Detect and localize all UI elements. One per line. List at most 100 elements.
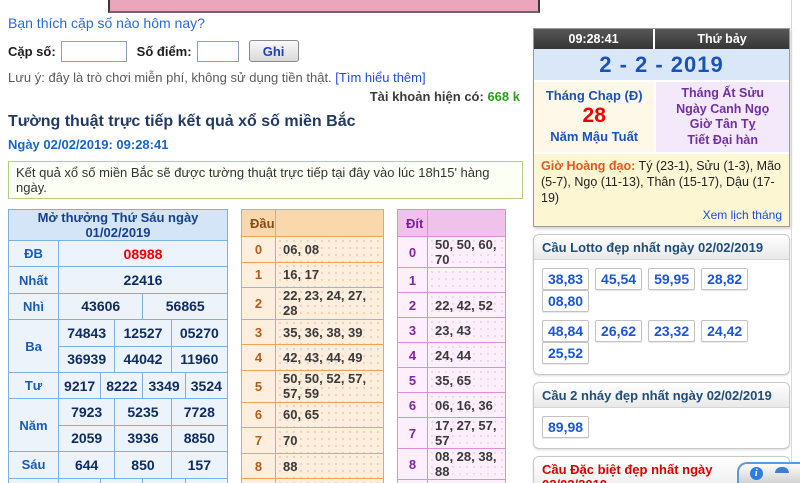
numbers-cell: 42, 43, 44, 49 xyxy=(276,345,384,371)
prize-label: Nhì xyxy=(9,293,59,319)
prize-number: 08 xyxy=(143,478,185,483)
digit-row: 606, 16, 36 xyxy=(398,393,506,418)
numbers-cell: 06, 08 xyxy=(276,237,384,263)
prize-number: 08988 xyxy=(59,241,228,267)
prize-row: Bảy52380857 xyxy=(9,478,228,483)
digit-cell: 9 xyxy=(242,479,276,483)
digit-cell: 8 xyxy=(242,453,276,479)
lotto-pair[interactable]: 89,98 xyxy=(542,416,589,438)
canchi-term: Tiết Đại hàn xyxy=(656,133,789,149)
prize-number: 157 xyxy=(171,452,227,478)
prize-number: 8222 xyxy=(101,372,143,398)
lotto-pair[interactable]: 08,80 xyxy=(542,290,589,312)
digit-cell: 8 xyxy=(398,449,428,480)
prize-number: 850 xyxy=(115,452,171,478)
numbers-cell: 23, 43 xyxy=(428,318,506,343)
digit-cell: 7 xyxy=(242,428,276,454)
prize-number: 52 xyxy=(59,478,101,483)
numbers-cell: 50, 50, 60, 70 xyxy=(428,237,506,268)
prize-label: Sáu xyxy=(9,452,59,478)
calendar-header: 09:28:41 Thứ bảy xyxy=(534,29,789,49)
lunar-month: Tháng Chạp (Đ) xyxy=(534,87,654,104)
account-balance: Tài khoản hiện có: 668 k xyxy=(8,89,520,104)
lotto-pair[interactable]: 59,95 xyxy=(648,268,695,290)
lunar-day: 28 xyxy=(534,104,654,128)
learn-more-link[interactable]: [Tìm hiểu thêm] xyxy=(335,70,425,85)
head-digits-table: Đầu 006, 08116, 17222, 23, 24, 27, 28335… xyxy=(241,209,384,483)
digit-cell: 7 xyxy=(398,418,428,449)
digit-row: 222, 23, 24, 27, 28 xyxy=(242,288,384,320)
lunar-year: Năm Mậu Tuất xyxy=(534,128,654,145)
digit-row: 535, 65 xyxy=(398,368,506,393)
double-section-title: Cầu 2 nháy đẹp nhất ngày 02/02/2019 xyxy=(534,383,789,408)
lotto-pair[interactable]: 25,52 xyxy=(542,342,589,364)
lotto-pair[interactable]: 24,42 xyxy=(701,320,748,342)
digit-row: 323, 43 xyxy=(398,318,506,343)
digit-cell: 4 xyxy=(398,343,428,368)
prize-label: Ba xyxy=(9,320,59,373)
lotto-pair[interactable]: 48,84 xyxy=(542,320,589,342)
numbers-cell: 22, 42, 52 xyxy=(428,293,506,318)
digit-row: 888 xyxy=(242,453,384,479)
numbers-cell: 06, 16, 36 xyxy=(428,393,506,418)
digit-row: 1 xyxy=(398,268,506,293)
canchi-hour: Giờ Tân Tỵ xyxy=(656,117,789,133)
digit-cell: 4 xyxy=(242,345,276,371)
prize-row: Nhất22416 xyxy=(9,267,228,293)
numbers-cell: 16, 17 xyxy=(276,262,384,288)
digit-row: 006, 08 xyxy=(242,237,384,263)
numbers-cell: 08, 28, 38, 88 xyxy=(428,449,506,480)
prize-row: ĐB08988 xyxy=(9,241,228,267)
prize-number: 56865 xyxy=(143,293,228,319)
prize-number: 43606 xyxy=(59,293,143,319)
digit-row: 116, 17 xyxy=(242,262,384,288)
digit-cell: 1 xyxy=(242,262,276,288)
lotto-pair[interactable]: 45,54 xyxy=(595,268,642,290)
prize-number: 5235 xyxy=(115,399,171,425)
points-input[interactable] xyxy=(197,41,239,62)
view-month-link[interactable]: Xem lịch tháng xyxy=(541,207,782,223)
sidebar: 09:28:41 Thứ bảy 2 - 2 - 2019 Tháng Chạp… xyxy=(533,28,790,483)
digit-cell: 2 xyxy=(398,293,428,318)
prize-number: 57 xyxy=(185,478,227,483)
ad-banner[interactable] xyxy=(108,0,540,13)
live-datetime: Ngày 02/02/2019: 09:28:41 xyxy=(8,137,523,152)
digit-row: 939, 49, 59 xyxy=(398,480,506,483)
prize-number: 22416 xyxy=(59,267,228,293)
digit-row: 050, 50, 60, 70 xyxy=(398,237,506,268)
info-icon[interactable]: i xyxy=(750,467,763,480)
prize-label: Năm xyxy=(9,399,59,452)
prize-number: 8850 xyxy=(171,425,227,451)
digit-row: 222, 42, 52 xyxy=(398,293,506,318)
head-table-title-spacer xyxy=(276,210,384,237)
double-section-body: 89,98 xyxy=(534,408,789,448)
numbers-cell: 39, 49, 59 xyxy=(428,480,506,483)
prize-number: 38 xyxy=(101,478,143,483)
digit-row: 442, 43, 44, 49 xyxy=(242,345,384,371)
prize-number: 3936 xyxy=(115,425,171,451)
pair-input[interactable] xyxy=(61,41,127,62)
lotto-pair[interactable]: 28,82 xyxy=(701,268,748,290)
results-table-title: Mở thưởng Thứ Sáu ngày 01/02/2019 xyxy=(9,210,228,241)
points-label: Số điểm: xyxy=(137,44,192,59)
digit-cell: 5 xyxy=(242,370,276,402)
digit-row: 424, 44 xyxy=(398,343,506,368)
digit-row: 9 xyxy=(242,479,384,483)
lotto-pair[interactable]: 38,83 xyxy=(542,268,589,290)
numbers-cell: 22, 23, 24, 27, 28 xyxy=(276,288,384,320)
head-table-title: Đầu xyxy=(242,210,276,237)
prize-row: Tư9217822233493524 xyxy=(9,372,228,398)
lotto-pair[interactable]: 23,32 xyxy=(648,320,695,342)
person-icon[interactable] xyxy=(774,466,789,482)
numbers-cell: 24, 44 xyxy=(428,343,506,368)
digit-cell: 0 xyxy=(398,237,428,268)
prize-label: ĐB xyxy=(9,241,59,267)
submit-button[interactable]: Ghi xyxy=(249,40,299,62)
prize-number: 3349 xyxy=(143,372,185,398)
calendar-middle: Tháng Chạp (Đ) 28 Năm Mậu Tuất Tháng Ất … xyxy=(534,80,789,152)
digit-cell: 0 xyxy=(242,237,276,263)
prize-number: 11960 xyxy=(171,346,227,372)
chat-widget[interactable]: i xyxy=(737,462,800,483)
tail-digits-table: Đít 050, 50, 60, 701222, 42, 52323, 4342… xyxy=(397,209,506,483)
lotto-pair[interactable]: 26,62 xyxy=(595,320,642,342)
